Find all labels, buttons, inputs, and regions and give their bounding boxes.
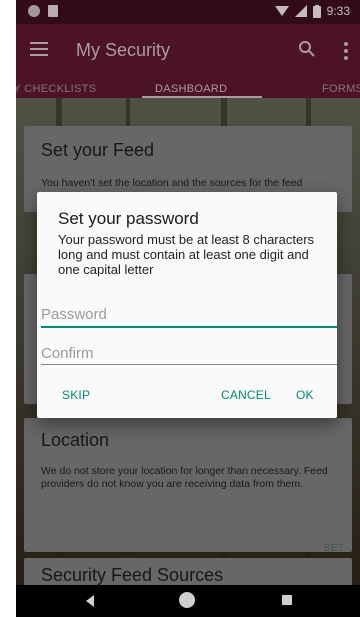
phone-screen: 9:33 My Security MY CHECKLISTS DASHBOARD… [16,0,360,617]
recents-icon[interactable] [282,595,292,605]
confirm-underline [41,364,337,365]
dialog-message: Your password must be at least 8 charact… [58,232,315,277]
password-input[interactable] [41,302,337,326]
home-icon[interactable] [179,592,195,608]
dialog-title: Set your password [58,209,199,228]
back-icon[interactable] [86,595,94,607]
password-underline [41,326,337,328]
ok-button[interactable]: OK [296,388,314,402]
navigation-bar [16,585,360,617]
confirm-input[interactable] [41,341,337,365]
skip-button[interactable]: SKIP [62,388,90,402]
cancel-button[interactable]: CANCEL [221,388,271,402]
password-dialog: Set your password Your password must be … [37,192,337,418]
